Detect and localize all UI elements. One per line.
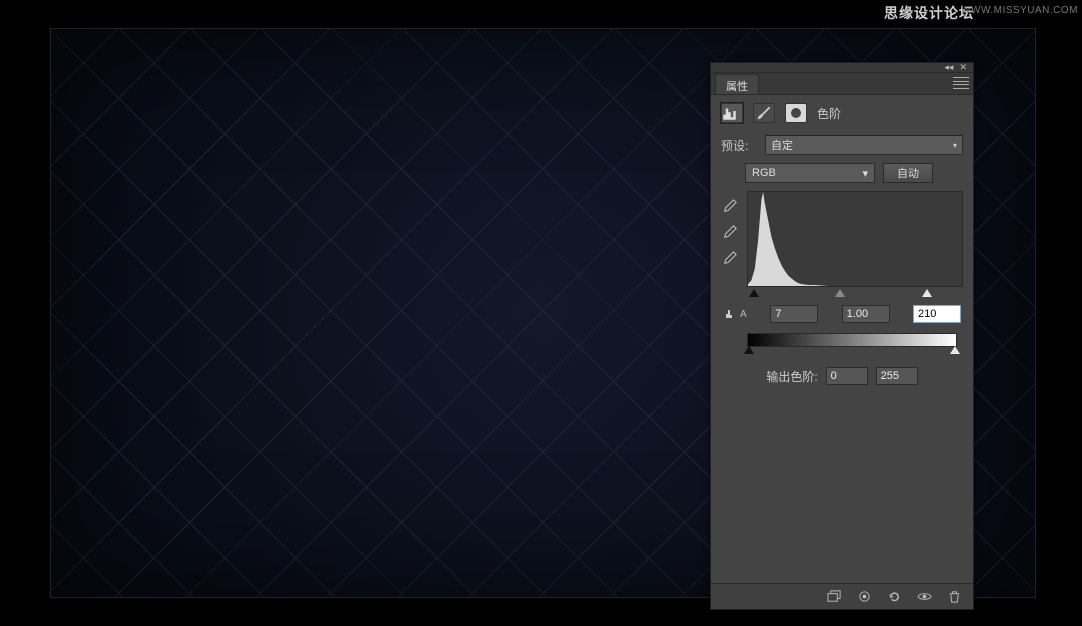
close-icon[interactable]: ✕	[959, 62, 967, 73]
mask-icon[interactable]	[785, 103, 807, 123]
auto-button[interactable]: 自动	[883, 163, 933, 183]
output-levels-label: 输出色阶:	[766, 368, 817, 385]
visibility-icon[interactable]	[915, 589, 933, 605]
levels-auto-icon: A	[725, 309, 747, 320]
chevron-down-icon: ▾	[862, 167, 868, 180]
preset-select[interactable]: 自定 ▾	[765, 135, 963, 155]
input-black-field[interactable]	[770, 305, 818, 323]
output-white-field[interactable]	[876, 367, 918, 385]
histogram	[747, 191, 963, 287]
collapse-icon[interactable]: ◂◂	[944, 62, 953, 73]
eyedropper-gray-icon[interactable]	[721, 223, 739, 241]
properties-panel: ◂◂ ✕ 属性 色阶 预设: 自定 ▾ RGB ▾	[710, 62, 974, 610]
levels-icon[interactable]	[721, 103, 743, 123]
output-white-slider[interactable]	[950, 346, 960, 354]
output-slider-track[interactable]	[747, 349, 957, 359]
input-highlight-slider[interactable]	[922, 289, 932, 297]
watermark-en: WWW.MISSYUAN.COM	[961, 5, 1078, 16]
panel-tabbar: 属性	[711, 73, 973, 95]
channel-select[interactable]: RGB ▾	[745, 163, 875, 183]
preset-label: 预设:	[721, 137, 759, 154]
panel-menu-icon[interactable]	[953, 77, 969, 89]
panel-footer	[711, 583, 973, 609]
clip-to-layer-icon[interactable]	[825, 589, 843, 605]
panel-controls: ◂◂ ✕	[711, 63, 973, 73]
eyedropper-group	[721, 191, 741, 287]
trash-icon[interactable]	[945, 589, 963, 605]
chevron-down-icon: ▾	[953, 141, 957, 150]
input-gamma-field[interactable]	[842, 305, 890, 323]
output-black-field[interactable]	[826, 367, 868, 385]
reset-icon[interactable]	[885, 589, 903, 605]
adjustment-type-label: 色阶	[817, 105, 841, 122]
panel-body: 色阶 预设: 自定 ▾ RGB ▾ 自动	[711, 95, 973, 583]
tab-properties[interactable]: 属性	[715, 74, 759, 94]
output-black-slider[interactable]	[744, 346, 754, 354]
input-slider-track[interactable]	[747, 291, 961, 303]
brush-icon[interactable]	[753, 103, 775, 123]
view-previous-icon[interactable]	[855, 589, 873, 605]
eyedropper-black-icon[interactable]	[721, 197, 739, 215]
input-midtone-slider[interactable]	[835, 289, 845, 297]
input-white-field[interactable]	[913, 305, 961, 323]
preset-value: 自定	[771, 137, 793, 153]
eyedropper-white-icon[interactable]	[721, 249, 739, 267]
input-shadow-slider[interactable]	[749, 289, 759, 297]
output-gradient	[747, 333, 957, 347]
channel-value: RGB	[752, 167, 776, 179]
